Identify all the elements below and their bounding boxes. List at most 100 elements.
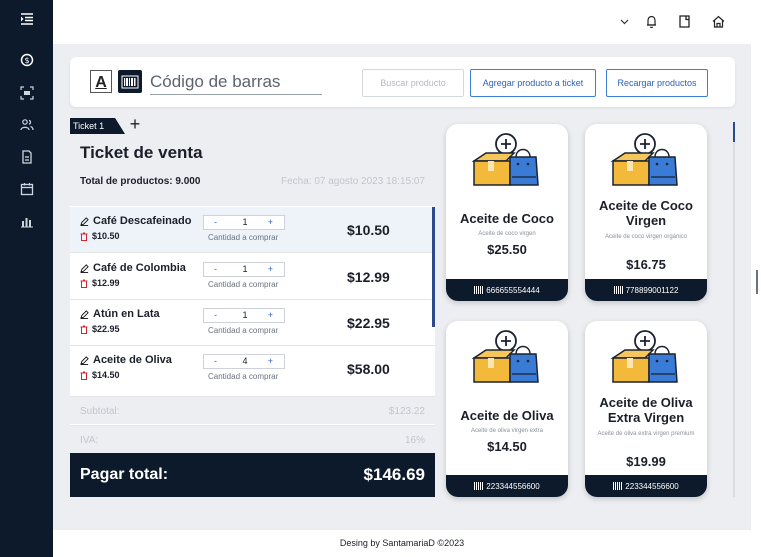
product-price: $14.50 [487, 439, 527, 454]
sidebar: $ [0, 0, 53, 557]
pay-total-label: Pagar total: [80, 466, 169, 483]
product-code: 223344556600 [486, 481, 540, 491]
product-code: 223344556600 [625, 481, 679, 491]
svg-text:$: $ [24, 56, 29, 65]
item-total: $22.95 [347, 315, 390, 331]
product-name: Aceite de Oliva Extra Virgen [599, 395, 693, 425]
quantity-value[interactable]: 1 [240, 310, 250, 320]
quantity-hint: Cantidad a comprar [208, 233, 279, 242]
resize-handle[interactable] [756, 270, 758, 294]
ticket-item-row[interactable]: Aceite de Oliva $14.50 - 4 + Cantidad a … [70, 346, 435, 389]
total-products: Total de productos: 9.000 [80, 176, 201, 187]
delete-icon[interactable] [80, 325, 88, 334]
barcode-icon [613, 482, 623, 490]
ticket-items-list: Café Descafeinado $10.50 - 1 + Cantidad … [70, 207, 435, 389]
product-name: Aceite de Coco Virgen [599, 198, 693, 228]
product-card[interactable]: Aceite de Coco Virgen Aceite de coco vir… [585, 124, 707, 301]
product-box-icon [610, 330, 678, 383]
subtotal-value: $123.22 [388, 406, 425, 417]
quantity-value[interactable]: 1 [240, 264, 250, 274]
product-code: 666655554444 [486, 285, 540, 295]
edit-icon[interactable] [80, 355, 89, 365]
tab-ticket-1[interactable]: Ticket 1 [70, 118, 125, 134]
iva-value: 16% [404, 435, 425, 446]
product-card[interactable]: Aceite de Oliva Aceite de oliva virgen e… [446, 321, 568, 497]
pay-total-bar[interactable]: Pagar total: $146.69 [70, 453, 435, 497]
item-name: Café Descafeinado [93, 215, 192, 227]
quantity-stepper[interactable]: - 1 + [203, 308, 285, 323]
quantity-stepper[interactable]: - 1 + [203, 215, 285, 230]
edit-icon[interactable] [80, 216, 89, 226]
increase-button[interactable]: + [268, 310, 273, 320]
product-name: Aceite de Oliva [460, 408, 554, 423]
add-to-ticket-button[interactable]: Agregar producto a ticket [470, 69, 596, 97]
product-card[interactable]: Aceite de Oliva Extra Virgen Aceite de o… [585, 321, 707, 497]
ticket-items-scrollbar[interactable] [432, 207, 435, 327]
quantity-value[interactable]: 4 [240, 356, 250, 366]
item-unit-price: $12.99 [92, 278, 120, 288]
increase-button[interactable]: + [268, 356, 273, 366]
quantity-stepper[interactable]: - 4 + [203, 354, 285, 369]
delete-icon[interactable] [80, 371, 88, 380]
barcode-icon [613, 286, 623, 294]
calendar-icon[interactable] [20, 182, 34, 196]
item-total: $10.50 [347, 222, 390, 238]
ticket-panel: Ticket de venta Total de productos: 9.00… [70, 134, 435, 497]
menu-collapse-icon[interactable] [20, 12, 34, 26]
decrease-button[interactable]: - [214, 356, 217, 366]
item-unit-price: $22.95 [92, 324, 120, 334]
product-barcode: 666655554444 [446, 279, 568, 301]
font-size-icon[interactable]: A [90, 70, 112, 93]
product-name: Aceite de Coco [460, 211, 554, 226]
subtotal-row: Subtotal: $123.22 [70, 396, 435, 424]
barcode-icon [474, 482, 484, 490]
decrease-button[interactable]: - [214, 217, 217, 227]
product-barcode: 223344556600 [585, 475, 707, 497]
edit-icon[interactable] [80, 263, 89, 273]
decrease-button[interactable]: - [214, 310, 217, 320]
home-icon[interactable] [710, 13, 726, 29]
product-box-icon [610, 133, 678, 186]
quantity-hint: Cantidad a comprar [208, 280, 279, 289]
item-unit-price: $10.50 [92, 231, 120, 241]
barcode-icon [474, 286, 484, 294]
iva-label: IVA: [80, 435, 99, 446]
scan-icon[interactable] [20, 86, 34, 100]
quantity-stepper[interactable]: - 1 + [203, 262, 285, 277]
decrease-button[interactable]: - [214, 264, 217, 274]
ticket-item-row[interactable]: Atún en Lata $22.95 - 1 + Cantidad a com… [70, 300, 435, 346]
item-total: $58.00 [347, 361, 390, 377]
product-card[interactable]: Aceite de Coco Aceite de coco virgen $25… [446, 124, 568, 301]
product-box-icon [471, 133, 539, 186]
products-scrollbar-track[interactable] [733, 142, 735, 497]
bell-icon[interactable] [643, 13, 659, 29]
chart-icon[interactable] [20, 214, 34, 228]
search-product-button[interactable]: Buscar producto [362, 69, 464, 97]
quantity-hint: Cantidad a comprar [208, 326, 279, 335]
users-icon[interactable] [20, 118, 34, 132]
delete-icon[interactable] [80, 232, 88, 241]
reload-products-button[interactable]: Recargar productos [606, 69, 708, 97]
chevron-down-icon[interactable] [616, 13, 632, 29]
add-ticket-button[interactable]: + [127, 115, 143, 133]
delete-icon[interactable] [80, 279, 88, 288]
item-name: Café de Colombia [93, 262, 186, 274]
ticket-item-row[interactable]: Café Descafeinado $10.50 - 1 + Cantidad … [70, 207, 435, 253]
ticket-item-row[interactable]: Café de Colombia $12.99 - 1 + Cantidad a… [70, 254, 435, 300]
edit-icon[interactable] [80, 309, 89, 319]
increase-button[interactable]: + [268, 217, 273, 227]
product-box-icon [471, 330, 539, 383]
barcode-search-bar: A Buscar producto Agregar producto a tic… [70, 57, 735, 107]
increase-button[interactable]: + [268, 264, 273, 274]
products-scrollbar-thumb[interactable] [733, 122, 735, 142]
document-icon[interactable] [20, 150, 34, 164]
iva-row: IVA: 16% [70, 425, 435, 453]
product-price: $19.99 [626, 454, 666, 469]
dollar-icon[interactable]: $ [20, 53, 34, 67]
note-icon[interactable] [676, 13, 692, 29]
barcode-input[interactable] [150, 69, 322, 95]
product-price: $25.50 [487, 242, 527, 257]
quantity-value[interactable]: 1 [240, 217, 250, 227]
product-description: Aceite de oliva extra virgen premium [597, 431, 695, 437]
barcode-icon[interactable] [118, 70, 142, 93]
